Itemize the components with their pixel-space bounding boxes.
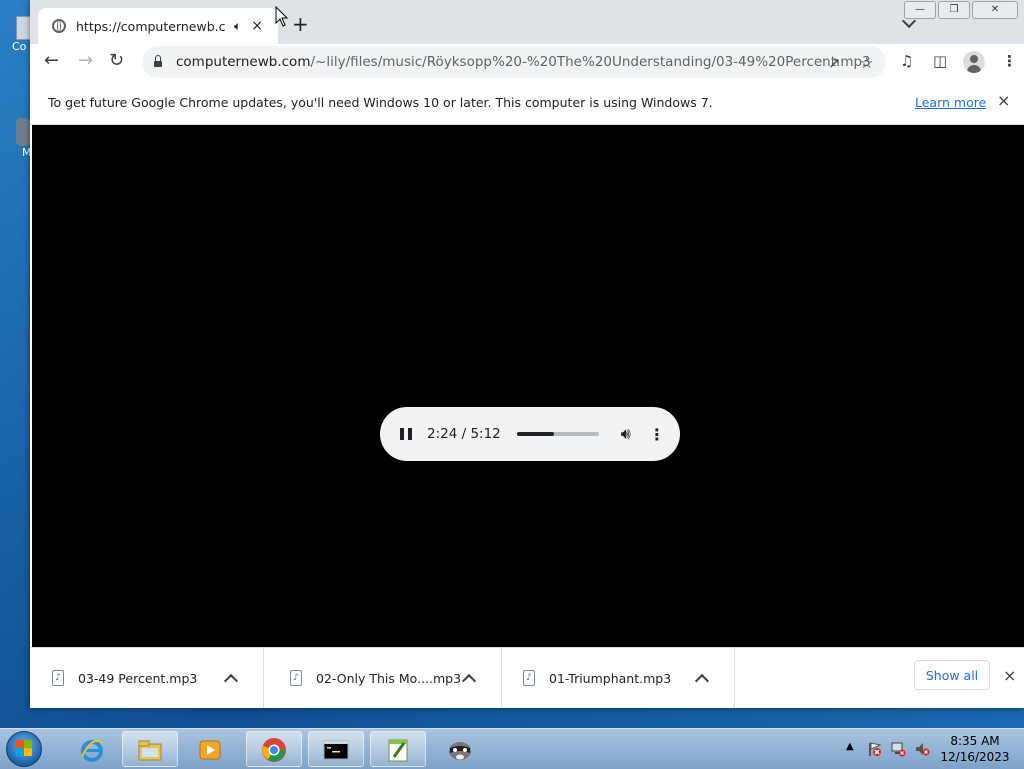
new-tab-button[interactable]: + <box>292 14 309 34</box>
show-hidden-icons-icon[interactable]: ▲ <box>846 741 854 752</box>
tab-active[interactable]: https://computernewb.com/ 🔈︎ × <box>38 8 278 44</box>
desktop-icon-label: M <box>22 146 32 159</box>
url-path: /~lily/files/music/Röyksopp%20-%20The%20… <box>310 54 871 70</box>
window-controls: — ❐ ✕ <box>904 1 1018 19</box>
star-icon[interactable]: ☆ <box>860 54 873 72</box>
download-filename: 02-Only This Mo....mp3 <box>316 670 462 686</box>
media-viewport: 2:24 / 5:12 🔊︎ ⋮ <box>32 125 1024 647</box>
close-window-button[interactable]: ✕ <box>972 1 1018 19</box>
tab-title: https://computernewb.com/ <box>76 18 226 34</box>
chrome-window: https://computernewb.com/ 🔈︎ × + — ❐ ✕ ←… <box>30 0 1024 708</box>
command-prompt-icon <box>323 740 349 760</box>
mouse-cursor-icon <box>275 6 289 27</box>
media-control-icon[interactable]: ♫ <box>900 52 913 70</box>
chevron-up-icon[interactable] <box>223 673 239 688</box>
taskbar-ie[interactable] <box>64 731 120 767</box>
raccoon-icon <box>449 742 471 760</box>
download-filename: 01-Triumphant.mp3 <box>549 670 672 686</box>
pause-bar-left <box>400 428 404 440</box>
volume-icon[interactable]: 🔊︎ <box>621 424 631 444</box>
url-host: computernewb.com <box>176 54 311 70</box>
taskbar-chrome[interactable] <box>246 731 302 767</box>
desktop-icon-label: Co <box>12 40 27 53</box>
action-center-flag-icon[interactable] <box>866 741 882 757</box>
globe-icon <box>52 19 66 33</box>
update-infobar: To get future Google Chrome updates, you… <box>30 80 1024 125</box>
seek-progress-fill <box>516 432 555 436</box>
side-panel-icon[interactable]: ◫ <box>933 52 947 70</box>
learn-more-link[interactable]: Learn more <box>915 95 986 110</box>
tab-strip: https://computernewb.com/ 🔈︎ × + — ❐ ✕ <box>30 0 1024 44</box>
player-more-icon[interactable]: ⋮ <box>649 425 665 444</box>
media-player-icon <box>199 740 221 760</box>
pause-bar-right <box>408 428 412 440</box>
internet-explorer-icon <box>81 739 104 762</box>
reload-icon[interactable]: ↻ <box>109 52 124 70</box>
restore-button[interactable]: ❐ <box>938 1 970 19</box>
audio-file-icon: ♪ <box>290 670 302 686</box>
seek-slider[interactable] <box>516 432 599 436</box>
profile-avatar-icon[interactable] <box>963 51 985 73</box>
pause-button[interactable] <box>400 428 412 440</box>
download-item[interactable]: ♪ 01-Triumphant.mp3 <box>501 648 735 708</box>
audio-file-icon: ♪ <box>523 670 535 686</box>
desktop-icon-shortcut[interactable]: M <box>0 118 32 159</box>
playback-time: 2:24 / 5:12 <box>427 426 501 442</box>
taskbar-cmd[interactable] <box>308 731 364 767</box>
chevron-up-icon[interactable] <box>694 673 710 688</box>
audio-player: 2:24 / 5:12 🔊︎ ⋮ <box>380 407 680 461</box>
lock-icon[interactable] <box>154 55 162 67</box>
speaker-icon[interactable]: 🔈︎ <box>234 19 241 34</box>
taskbar: ▲ 8:35 AM 12/16/2023 <box>0 728 1024 769</box>
taskbar-notepad-plus-plus[interactable] <box>370 731 426 767</box>
chrome-icon <box>262 738 286 762</box>
taskbar-clock[interactable]: 8:35 AM 12/16/2023 <box>940 733 1010 765</box>
download-shelf: ♪ 03-49 Percent.mp3 ♪ 02-Only This Mo...… <box>30 647 1024 708</box>
windows-logo-icon <box>16 740 32 756</box>
download-item[interactable]: ♪ 02-Only This Mo....mp3 <box>268 648 502 708</box>
back-arrow-icon[interactable]: ← <box>44 52 59 70</box>
clock-time: 8:35 AM <box>950 734 1000 748</box>
url-text[interactable]: computernewb.com/~lily/files/music/Röyks… <box>176 54 871 70</box>
show-all-button[interactable]: Show all <box>914 660 990 690</box>
infobar-message: To get future Google Chrome updates, you… <box>48 95 713 110</box>
system-tray: ▲ 8:35 AM 12/16/2023 <box>840 729 1024 769</box>
toolbar: ← → ↻ computernewb.com/~lily/files/music… <box>30 44 1024 80</box>
volume-muted-icon[interactable] <box>914 741 930 757</box>
start-button[interactable] <box>6 731 42 767</box>
notepad-plus-plus-icon <box>388 739 408 762</box>
minimize-button[interactable]: — <box>904 1 936 19</box>
download-shelf-close-icon[interactable]: × <box>1003 666 1016 685</box>
clock-date: 12/16/2023 <box>940 750 1010 764</box>
taskbar-raccoon-app[interactable] <box>432 731 488 767</box>
chevron-up-icon[interactable] <box>461 673 477 688</box>
taskbar-media-player[interactable] <box>182 731 238 767</box>
tab-close-icon[interactable]: × <box>251 18 263 34</box>
infobar-close-icon[interactable]: × <box>997 91 1010 110</box>
download-item[interactable]: ♪ 03-49 Percent.mp3 <box>30 648 264 708</box>
audio-file-icon: ♪ <box>52 670 64 686</box>
network-icon[interactable] <box>890 741 906 757</box>
address-bar[interactable]: computernewb.com/~lily/files/music/Röyks… <box>142 46 886 78</box>
share-icon[interactable]: ↗ <box>828 54 841 72</box>
menu-kebab-icon[interactable]: ⋮ <box>1002 52 1017 70</box>
forward-arrow-icon[interactable]: → <box>78 52 93 70</box>
download-filename: 03-49 Percent.mp3 <box>78 670 198 686</box>
folder-icon <box>138 740 162 761</box>
desktop-icon-computer[interactable]: Co <box>0 16 34 53</box>
taskbar-explorer[interactable] <box>122 731 178 767</box>
